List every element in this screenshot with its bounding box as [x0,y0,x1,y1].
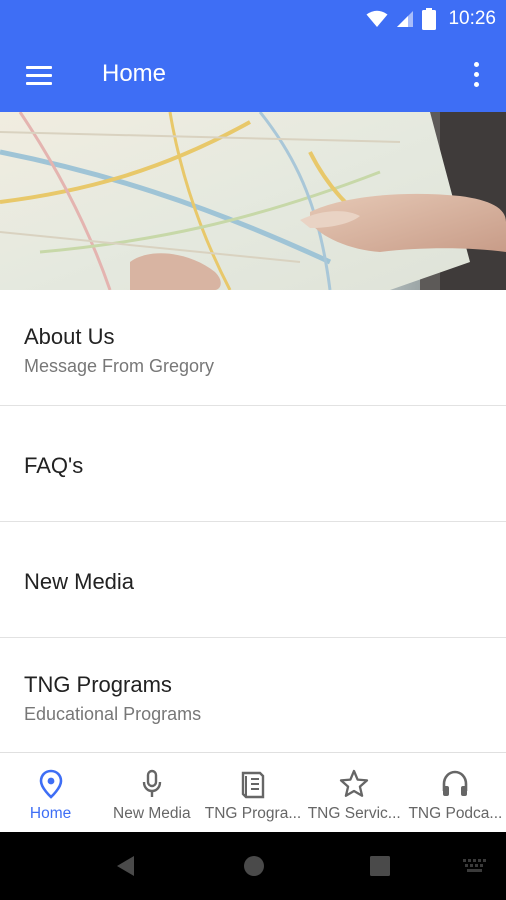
system-navigation-bar [0,832,506,900]
star-icon [340,769,369,797]
overflow-menu-button[interactable] [466,58,486,92]
menu-button[interactable] [24,60,56,90]
list-item-title: New Media [24,569,135,594]
home-circle-icon[interactable] [242,854,266,878]
list-item-about-us[interactable]: About Us Message From Gregory [0,290,506,406]
status-time: 10:26 [448,8,496,29]
cellular-signal-icon [397,11,414,27]
nav-label: TNG Progra... [204,805,302,822]
nav-tab-tng-podcasts[interactable]: TNG Podca... [405,753,506,833]
list-item-new-media[interactable]: New Media [0,522,506,638]
list-item-tng-programs[interactable]: TNG Programs Educational Programs [0,638,506,754]
keyboard-icon[interactable] [463,859,489,875]
recents-icon[interactable] [369,855,391,877]
menu-icon [26,66,52,69]
page-title: Home [102,60,167,87]
wifi-icon [366,10,388,27]
list-item-subtitle: Message From Gregory [24,356,215,376]
book-icon [241,771,265,799]
more-vert-dot [474,82,479,87]
list-item-title: TNG Programs [24,672,172,697]
menu-icon-bar [26,74,52,77]
map-illustration [0,112,506,290]
nav-label: TNG Servic... [307,805,401,822]
list-item-title: About Us [24,324,115,349]
nav-label: New Media [113,805,191,822]
microphone-icon [142,769,161,797]
more-vert-icon [474,62,479,67]
status-icons: 10:26 [366,6,496,32]
nav-tab-tng-services[interactable]: TNG Servic... [304,753,405,833]
nav-tab-tng-programs[interactable]: TNG Progra... [202,753,303,833]
menu-icon-bar [26,82,52,85]
status-bar: 10:26 [0,0,506,38]
hero-image [0,112,506,290]
battery-icon [422,8,437,30]
nav-tab-home[interactable]: Home [0,753,101,833]
headphones-icon [443,770,468,796]
menu-list: About Us Message From Gregory FAQ's New … [0,290,506,754]
list-item-faqs[interactable]: FAQ's [0,406,506,522]
more-vert-dot [474,72,479,77]
app-bar: Home [0,38,506,112]
bottom-navigation: Home New Media TNG Progra... TNG Servic.… [0,752,506,833]
back-icon[interactable] [114,854,138,878]
list-item-title: FAQ's [24,453,84,478]
location-pin-icon [39,769,62,799]
nav-label: Home [29,805,72,822]
nav-tab-new-media[interactable]: New Media [101,753,202,833]
list-item-subtitle: Educational Programs [24,704,202,724]
nav-label: TNG Podca... [408,805,503,822]
